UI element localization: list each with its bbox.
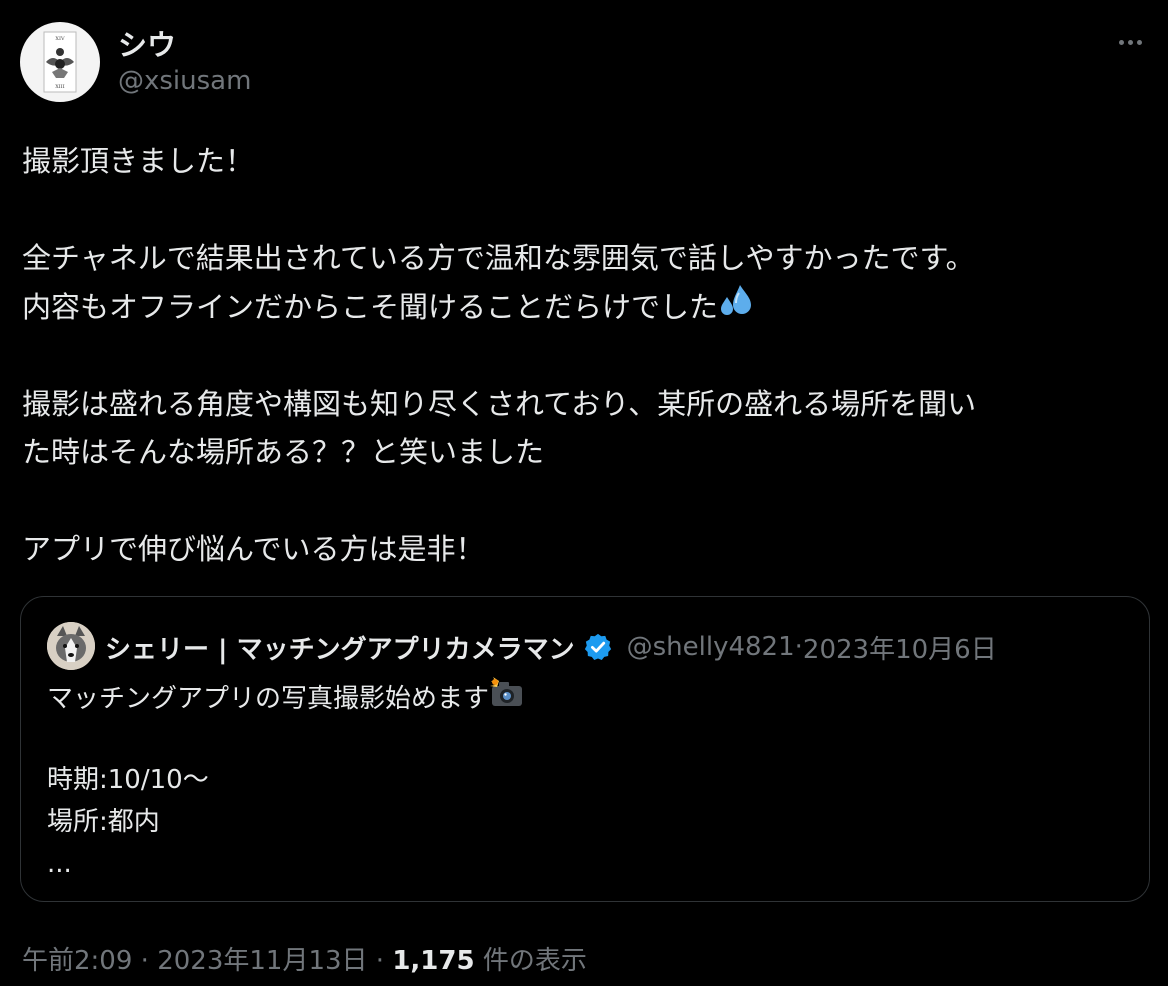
quoted-tweet-text: マッチングアプリの写真撮影始めます 時期:10/10～ 場所:都内 ... xyxy=(47,675,1117,885)
tweet-footer: 午前2:09 · 2023年11月13日 · 1,175 件の表示 xyxy=(22,940,587,977)
tweet-line xyxy=(22,186,1147,235)
husky-dog-icon xyxy=(47,622,95,670)
tweet-line: た時はそんな場所ある？？と笑いました xyxy=(22,435,545,469)
tweet-line xyxy=(22,477,1147,526)
tweet-line-with-emoji: 内容もオフラインだからこそ聞けることだらけでした xyxy=(22,283,1147,332)
quoted-line: ... xyxy=(47,849,72,879)
quoted-line: マッチングアプリの写真撮影始めます xyxy=(47,684,490,714)
quoted-tweet-card[interactable]: シェリー | マッチングアプリカメラマン @shelly4821 · 2023年… xyxy=(20,596,1150,902)
tweet-date-link[interactable]: 2023年11月13日 xyxy=(157,946,367,976)
camera-flash-icon xyxy=(489,675,525,724)
quoted-line: 場所:都内 xyxy=(47,807,160,837)
tarot-card-icon: XIV XIII xyxy=(43,31,77,93)
quoted-line xyxy=(47,717,1117,759)
views-label: 件の表示 xyxy=(474,946,587,976)
quoted-tweet-header: シェリー | マッチングアプリカメラマン @shelly4821 · 2023年… xyxy=(105,627,997,667)
tweet-line: 全チャネルで結果出されている方で温和な雰囲気で話しやすかったです。 xyxy=(22,241,975,275)
views-count: 1,175 xyxy=(392,946,475,976)
quoted-separator: · xyxy=(794,632,803,662)
svg-text:XIII: XIII xyxy=(55,84,65,90)
sweat-droplets-icon xyxy=(718,283,754,334)
footer-separator: · xyxy=(132,946,158,976)
footer-separator: · xyxy=(367,946,393,976)
verified-badge-icon xyxy=(584,633,611,660)
tweet-line: アプリで伸び悩んでいる方は是非！ xyxy=(22,532,485,566)
svg-text:XIV: XIV xyxy=(55,36,65,42)
tweet-line xyxy=(22,331,1147,380)
tweet-time-link[interactable]: 午前2:09 xyxy=(22,946,132,976)
more-options-icon[interactable] xyxy=(1110,26,1150,58)
quoted-author-avatar[interactable] xyxy=(47,622,95,670)
tweet-line: 内容もオフラインだからこそ聞けることだらけでした xyxy=(22,289,719,324)
quoted-date[interactable]: 2023年10月6日 xyxy=(803,629,997,666)
quoted-line-with-emoji: マッチングアプリの写真撮影始めます xyxy=(47,675,1117,717)
author-avatar[interactable]: XIV XIII xyxy=(20,22,100,102)
tweet-text: 撮影頂きました！ 全チャネルで結果出されている方で温和な雰囲気で話しやすかったで… xyxy=(22,137,1147,574)
author-handle[interactable]: @xsiusam xyxy=(118,66,251,96)
quoted-line: 時期:10/10～ xyxy=(47,765,209,795)
author-display-name[interactable]: シウ xyxy=(118,22,176,64)
tweet-line: 撮影は盛れる角度や構図も知り尽くされており、某所の盛れる場所を聞い xyxy=(22,386,977,421)
quoted-author-display-name[interactable]: シェリー | マッチングアプリカメラマン xyxy=(105,629,575,666)
quoted-author-handle[interactable]: @shelly4821 xyxy=(627,632,795,662)
tweet-line: 撮影頂きました！ xyxy=(22,144,255,178)
